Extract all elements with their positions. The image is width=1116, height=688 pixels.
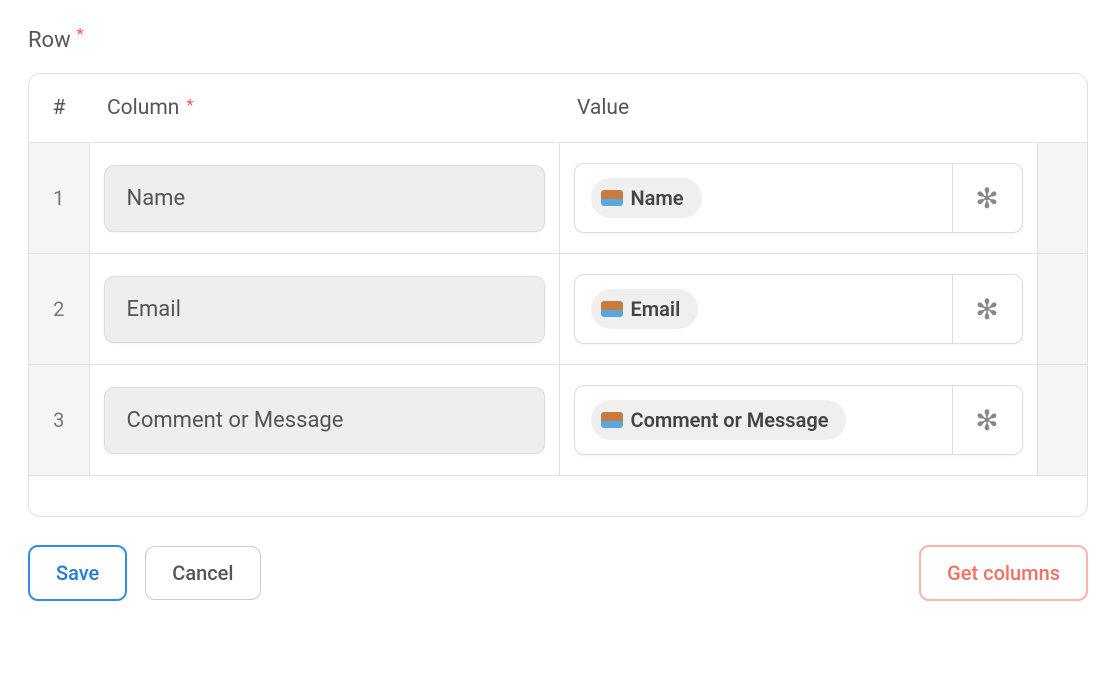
row-index: 3 xyxy=(29,365,89,476)
header-column: Column * xyxy=(89,74,559,143)
column-input[interactable] xyxy=(104,165,545,232)
column-input[interactable] xyxy=(104,276,545,343)
row-index: 2 xyxy=(29,254,89,365)
field-token-icon xyxy=(601,412,623,428)
value-pill-text: Email xyxy=(631,297,681,321)
asterisk-icon: ✻ xyxy=(975,404,998,437)
table-row: 1 Name ✻ xyxy=(29,143,1087,254)
header-column-text: Column xyxy=(107,96,179,120)
value-field[interactable]: Name ✻ xyxy=(574,163,1023,233)
section-label: Row * xyxy=(28,28,1088,53)
row-trailing xyxy=(1037,254,1087,365)
get-columns-button[interactable]: Get columns xyxy=(919,545,1088,601)
table-row: 3 Comment or Message ✻ xyxy=(29,365,1087,476)
cancel-button[interactable]: Cancel xyxy=(145,546,260,600)
table-footer-row xyxy=(29,476,1087,517)
row-table: # Column * Value 1 xyxy=(28,73,1088,517)
field-token-icon xyxy=(601,301,623,317)
field-token-icon xyxy=(601,190,623,206)
row-trailing xyxy=(1037,143,1087,254)
value-action-button[interactable]: ✻ xyxy=(952,386,1022,454)
actions-row: Save Cancel Get columns xyxy=(28,545,1088,601)
value-field[interactable]: Comment or Message ✻ xyxy=(574,385,1023,455)
header-index: # xyxy=(29,74,89,143)
value-pill[interactable]: Email xyxy=(591,289,699,329)
save-button[interactable]: Save xyxy=(28,545,127,601)
value-pill[interactable]: Name xyxy=(591,178,702,218)
header-value-text: Value xyxy=(577,96,629,120)
table-row: 2 Email ✻ xyxy=(29,254,1087,365)
asterisk-icon: ✻ xyxy=(975,182,998,215)
value-field[interactable]: Email ✻ xyxy=(574,274,1023,344)
required-star-icon: * xyxy=(77,24,84,43)
header-value: Value xyxy=(559,74,1037,143)
row-index: 1 xyxy=(29,143,89,254)
section-label-text: Row xyxy=(28,28,71,53)
value-pill-text: Name xyxy=(631,186,684,210)
value-pill[interactable]: Comment or Message xyxy=(591,400,847,440)
value-action-button[interactable]: ✻ xyxy=(952,275,1022,343)
column-input[interactable] xyxy=(104,387,545,454)
value-action-button[interactable]: ✻ xyxy=(952,164,1022,232)
header-trailing xyxy=(1037,74,1087,143)
row-trailing xyxy=(1037,365,1087,476)
required-star-icon: * xyxy=(187,95,194,114)
asterisk-icon: ✻ xyxy=(975,293,998,326)
header-index-text: # xyxy=(53,96,66,120)
value-pill-text: Comment or Message xyxy=(631,408,829,432)
